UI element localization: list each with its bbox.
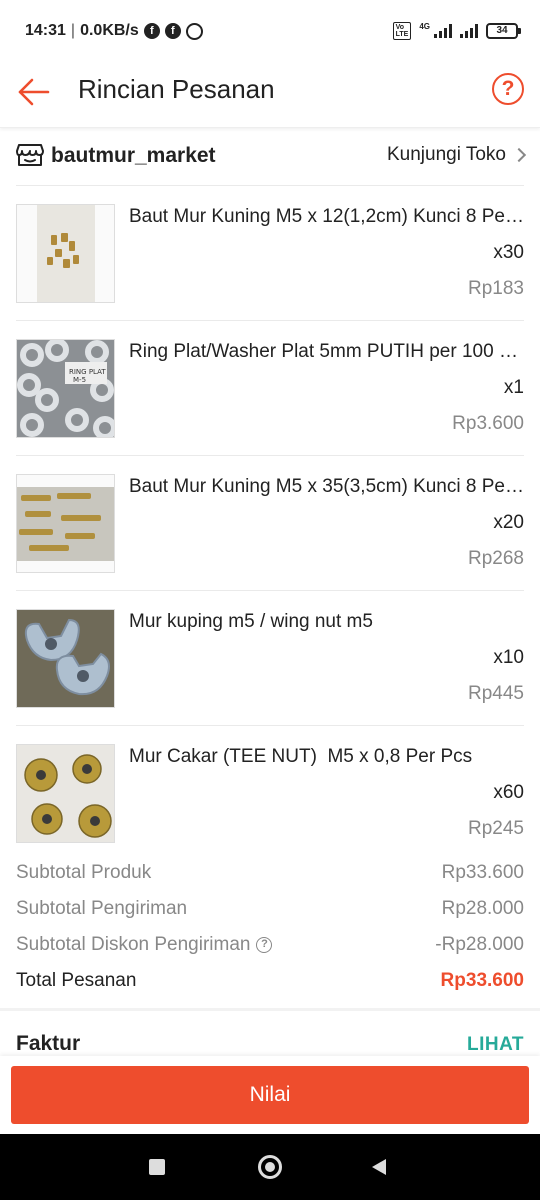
status-left: 14:31 | 0.0KB/s f f: [25, 22, 203, 40]
help-icon[interactable]: ?: [492, 73, 524, 105]
app-header: Rincian Pesanan ?: [0, 62, 540, 128]
order-item[interactable]: Baut Mur Kuning M5 x 12(1,2cm) Kunci 8 P…: [16, 186, 524, 321]
status-bar: 14:31 | 0.0KB/s f f Vo LTE 4G 34: [0, 0, 540, 62]
subtotal-product-row: Subtotal Produk Rp33.600: [16, 856, 524, 892]
back-icon[interactable]: [372, 1159, 386, 1175]
shipping-discount-label-group: Subtotal Diskon Pengiriman ?: [16, 934, 273, 956]
shipping-discount-value: -Rp28.000: [435, 934, 524, 955]
product-image: [16, 474, 115, 573]
status-right: Vo LTE 4G 34: [392, 22, 521, 40]
bottom-action-bar: Nilai: [0, 1056, 540, 1134]
battery-icon: 34: [486, 23, 521, 39]
recent-apps-icon[interactable]: [149, 1159, 165, 1175]
signal-icon: [460, 24, 478, 38]
shipping-discount-row: Subtotal Diskon Pengiriman ? -Rp28.000: [16, 928, 524, 964]
product-price: Rp3.600: [452, 413, 524, 434]
order-item[interactable]: Mur Cakar (TEE NUT) M5 x 0,8 Per Pcs x60…: [16, 726, 524, 861]
svg-text:RING PLAT: RING PLAT: [69, 368, 106, 376]
subtotal-shipping-value: Rp28.000: [441, 898, 524, 919]
order-item[interactable]: RING PLAT M-5 Ring Plat/Washer Plat 5mm …: [16, 321, 524, 456]
product-quantity: x60: [493, 782, 524, 803]
order-total-row: Total Pesanan Rp33.600: [16, 964, 524, 1000]
status-separator: |: [70, 22, 76, 39]
network-speed: 0.0KB/s: [80, 22, 139, 39]
product-name: Baut Mur Kuning M5 x 12(1,2cm) Kunci 8 P…: [129, 206, 524, 227]
subtotal-product-value: Rp33.600: [441, 862, 524, 883]
product-price: Rp268: [468, 548, 524, 569]
store-icon: [16, 144, 44, 166]
view-invoice-link[interactable]: LIHAT: [467, 1034, 524, 1056]
facebook-icon: f: [164, 23, 181, 39]
product-image: RING PLAT M-5: [16, 339, 115, 438]
order-item[interactable]: Baut Mur Kuning M5 x 35(3,5cm) Kunci 8 P…: [16, 456, 524, 591]
invoice-label: Faktur: [16, 1032, 81, 1055]
network-type: 4G: [419, 22, 430, 31]
svg-text:M-5: M-5: [73, 376, 86, 384]
shop-row: bautmur_market Kunjungi Toko: [16, 130, 527, 186]
visit-store-link[interactable]: Kunjungi Toko: [386, 144, 527, 166]
page-title: Rincian Pesanan: [78, 74, 275, 104]
product-name: Ring Plat/Washer Plat 5mm PUTIH per 100 …: [129, 341, 524, 362]
product-quantity: x30: [493, 242, 524, 263]
product-quantity: x1: [503, 377, 524, 398]
order-total-value: Rp33.600: [440, 970, 524, 991]
status-time: 14:31: [25, 22, 66, 39]
order-item[interactable]: Mur kuping m5 / wing nut m5 x10 Rp445: [16, 591, 524, 726]
product-image: [16, 744, 115, 843]
facebook-icon: f: [143, 23, 160, 39]
product-quantity: x20: [493, 512, 524, 533]
product-name: Mur kuping m5 / wing nut m5: [129, 611, 373, 632]
product-price: Rp445: [468, 683, 524, 704]
order-total-label: Total Pesanan: [16, 970, 137, 991]
volte-icon: Vo LTE: [392, 22, 412, 40]
product-price: Rp245: [468, 818, 524, 839]
visit-store-label: Kunjungi Toko: [386, 144, 506, 165]
order-summary: Subtotal Produk Rp33.600 Subtotal Pengir…: [16, 856, 524, 1000]
shop-name[interactable]: bautmur_market: [51, 144, 216, 168]
product-name: Mur Cakar (TEE NUT) M5 x 0,8 Per Pcs: [129, 746, 473, 767]
info-icon[interactable]: ?: [256, 937, 273, 953]
invoice-row: Faktur LIHAT: [16, 1030, 524, 1058]
product-quantity: x10: [493, 647, 524, 668]
back-arrow-icon[interactable]: [16, 74, 52, 110]
soccer-ball-icon: [185, 22, 203, 40]
product-price: Rp183: [468, 278, 524, 299]
signal-icon: [434, 24, 452, 38]
rate-button[interactable]: Nilai: [11, 1066, 529, 1124]
subtotal-product-label: Subtotal Produk: [16, 862, 152, 883]
shipping-discount-label: Subtotal Diskon Pengiriman: [16, 934, 251, 955]
system-nav-bar: [0, 1134, 540, 1200]
product-image: [16, 204, 115, 303]
chevron-right-icon: [511, 147, 527, 163]
subtotal-shipping-row: Subtotal Pengiriman Rp28.000: [16, 892, 524, 928]
product-image: [16, 609, 115, 708]
subtotal-shipping-label: Subtotal Pengiriman: [16, 898, 188, 919]
product-name: Baut Mur Kuning M5 x 35(3,5cm) Kunci 8 P…: [129, 476, 524, 497]
section-divider: [0, 1008, 540, 1011]
home-icon[interactable]: [258, 1155, 282, 1179]
